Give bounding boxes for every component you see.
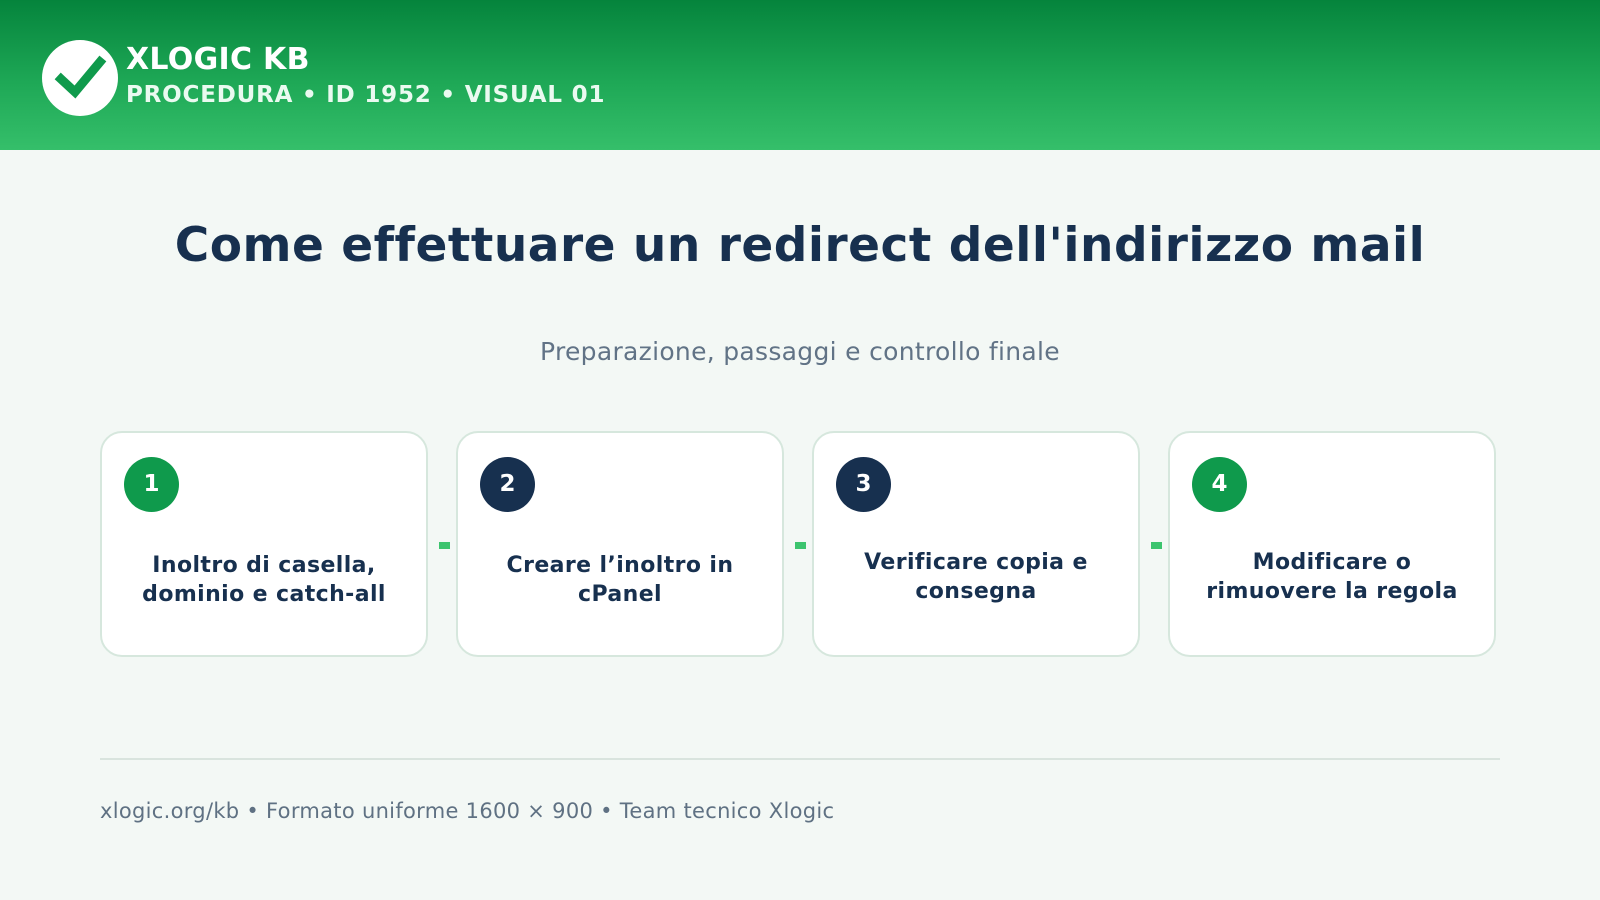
- step-number-badge: 1: [124, 457, 179, 512]
- step-card-4: 4 Modificare o rimuovere la regola: [1168, 431, 1496, 657]
- brand-subtitle: PROCEDURA • ID 1952 • VISUAL 01: [126, 82, 606, 108]
- step-card-2: 2 Creare l’inoltro in cPanel: [456, 431, 784, 657]
- step-connector: [1151, 542, 1162, 549]
- step-number-badge: 3: [836, 457, 891, 512]
- step-label: Modificare o rimuovere la regola: [1206, 550, 1458, 604]
- footer-text: xlogic.org/kb • Formato uniforme 1600 × …: [100, 799, 835, 823]
- footer-divider: [100, 758, 1500, 760]
- step-number-badge: 2: [480, 457, 535, 512]
- step-number-badge: 4: [1192, 457, 1247, 512]
- step-card-3: 3 Verificare copia e consegna: [812, 431, 1140, 657]
- page-title: Come effettuare un redirect dell'indiriz…: [174, 218, 1426, 273]
- step-label: Inoltro di casella, dominio e catch-all: [142, 553, 386, 607]
- step-label: Creare l’inoltro in cPanel: [506, 553, 734, 607]
- step-connector: [795, 542, 806, 549]
- check-mark-icon: [54, 55, 107, 99]
- step-label: Verificare copia e consegna: [864, 550, 1088, 604]
- header-banner: XLOGIC KB PROCEDURA • ID 1952 • VISUAL 0…: [0, 0, 1600, 150]
- page-subtitle: Preparazione, passaggi e controllo final…: [540, 337, 1060, 366]
- logo: [42, 40, 118, 116]
- brand-name: XLOGIC KB: [126, 42, 310, 77]
- step-connector: [439, 542, 450, 549]
- step-card-1: 1 Inoltro di casella, dominio e catch-al…: [100, 431, 428, 657]
